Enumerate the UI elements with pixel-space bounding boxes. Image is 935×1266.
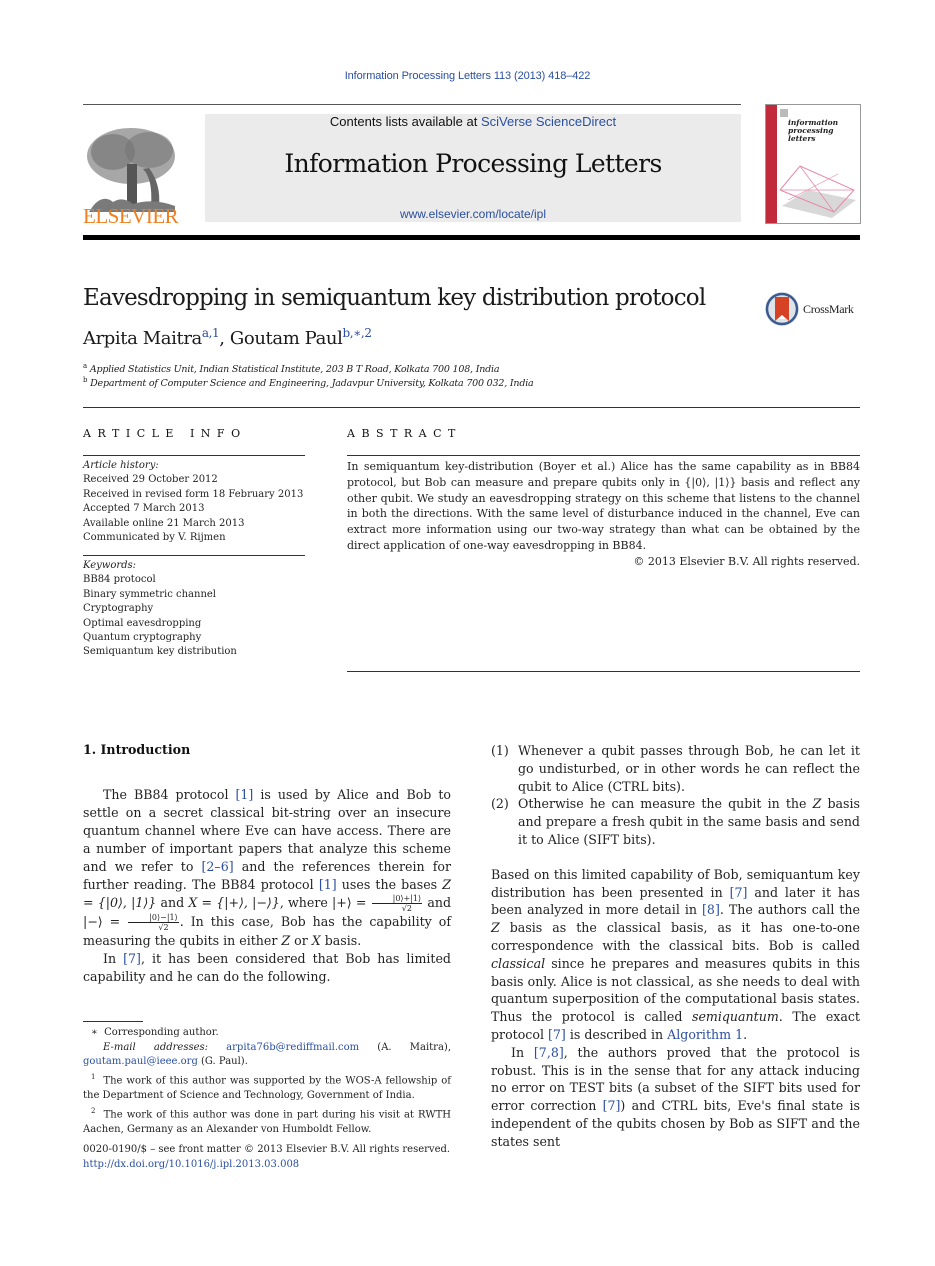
citation-link[interactable]: [7] — [123, 951, 141, 966]
header-divider — [83, 407, 860, 408]
author-name: Goutam Paul — [229, 328, 343, 349]
keyword: Quantum cryptography — [83, 632, 202, 644]
fraction-minus-state: |0⟩−|1⟩ √2 — [128, 913, 179, 932]
keyword: BB84 protocol — [83, 574, 156, 586]
citation-link[interactable]: [2–6] — [201, 859, 233, 874]
citation-link[interactable]: [1] — [235, 787, 253, 802]
abstract-heading: ABSTRACT — [347, 427, 462, 440]
author-name: Arpita Maitra — [83, 328, 202, 349]
author-affiliation-marks[interactable]: a,1 — [202, 326, 220, 340]
article-title: Eavesdropping in semiquantum key distrib… — [83, 285, 706, 311]
crossmark-icon[interactable] — [764, 291, 800, 327]
footnote-1: 1 The work of this author was supported … — [83, 1073, 452, 1102]
running-head[interactable]: Information Processing Letters 113 (2013… — [0, 70, 935, 82]
masthead-bottom-rule — [83, 235, 860, 240]
issn-line: 0020-0190/$ – see front matter © 2013 El… — [83, 1144, 451, 1155]
citation-link[interactable]: [7] — [603, 1098, 621, 1113]
intro-right-column: (1) Whenever a qubit passes through Bob,… — [491, 742, 860, 1151]
article-info-heading: ARTICLE INFO — [83, 427, 247, 440]
email-link[interactable]: goutam.paul@ieee.org — [83, 1056, 198, 1067]
keyword: Cryptography — [83, 603, 154, 615]
doi-link[interactable]: http://dx.doi.org/10.1016/j.ipl.2013.03.… — [83, 1157, 451, 1172]
history-item: Received in revised form 18 February 201… — [83, 488, 304, 500]
keywords-label: Keywords: — [83, 560, 137, 571]
cover-spine — [766, 105, 777, 223]
sciencedirect-link[interactable]: SciVerse ScienceDirect — [481, 114, 616, 129]
masthead-top-rule — [83, 104, 741, 105]
email-link[interactable]: arpita76b@rediffmail.com — [226, 1042, 359, 1053]
footnote-emails: E-mail addresses: arpita76b@rediffmail.c… — [83, 1041, 452, 1068]
intro-paragraph: In [7,8], the authors proved that the pr… — [491, 1044, 860, 1149]
footnote-2: 2 The work of this author was done in pa… — [83, 1106, 451, 1135]
cover-graph-illustration-icon — [779, 165, 856, 218]
keyword: Binary symmetric channel — [83, 588, 216, 600]
crossmark-label[interactable]: CrossMark — [803, 302, 854, 317]
citation-link[interactable]: [7] — [548, 1027, 566, 1042]
citation-link[interactable]: [1] — [319, 877, 337, 892]
intro-left-column: The BB84 protocol [1] is used by Alice a… — [83, 786, 451, 986]
abstract-bottom-rule — [347, 671, 860, 672]
intro-paragraph: The BB84 protocol [1] is used by Alice a… — [83, 787, 452, 948]
journal-title: Information Processing Letters — [284, 149, 662, 178]
abstract-body: In semiquantum key-distribution (Boyer e… — [347, 459, 860, 570]
section-heading-introduction: 1. Introduction — [83, 742, 191, 757]
journal-cover-thumbnail[interactable]: information processing letters — [765, 104, 861, 224]
history-item: Accepted 7 March 2013 — [83, 503, 205, 515]
journal-url-link[interactable]: www.elsevier.com/locate/ipl — [205, 207, 741, 221]
intro-paragraph: Based on this limited capability of Bob,… — [491, 866, 860, 1042]
history-label: Article history: — [83, 460, 159, 471]
list-item: (2) Otherwise he can measure the qubit i… — [491, 796, 860, 847]
fraction-plus-state: |0⟩+|1⟩ √2 — [371, 894, 423, 913]
author-list: Arpita Maitraa,1, Goutam Paulb,∗,2 — [83, 326, 372, 349]
list-item: (1) Whenever a qubit passes through Bob,… — [491, 743, 860, 794]
keywords-list: Keywords: BB84 protocol Binary symmetric… — [83, 559, 305, 660]
elsevier-wordmark: ELSEVIER — [83, 204, 179, 228]
author-affiliation-marks[interactable]: b,∗,2 — [342, 326, 372, 340]
keywords-rule — [83, 555, 305, 556]
algorithm-link[interactable]: Algorithm 1 — [667, 1027, 743, 1042]
cover-publisher-logo-icon — [780, 109, 788, 117]
article-history: Article history: Received 29 October 201… — [83, 459, 305, 545]
citation-link[interactable]: [8] — [702, 902, 720, 917]
contents-availability: Contents lists available at SciVerse Sci… — [329, 114, 617, 129]
footnote-rule — [83, 1021, 143, 1022]
keyword: Optimal eavesdropping — [83, 617, 202, 629]
affiliation: a Applied Statistics Unit, Indian Statis… — [83, 362, 500, 376]
article-info-rule — [83, 455, 305, 456]
cover-title: information processing letters — [788, 118, 839, 143]
history-item: Available online 21 March 2013 — [83, 517, 245, 529]
intro-paragraph: In [7], it has been considered that Bob … — [83, 951, 451, 984]
abstract-text: In semiquantum key-distribution (Boyer e… — [347, 460, 860, 552]
footnote-corresponding: ∗ Corresponding author. — [91, 1027, 219, 1038]
keyword: Semiquantum key distribution — [83, 646, 237, 658]
front-matter-meta: 0020-0190/$ – see front matter © 2013 El… — [83, 1142, 451, 1172]
history-item: Received 29 October 2012 — [83, 474, 218, 486]
citation-link[interactable]: [7,8] — [534, 1045, 564, 1060]
citation-link[interactable]: [7] — [730, 885, 748, 900]
footnotes: ∗ Corresponding author. E-mail addresses… — [83, 1026, 451, 1138]
abstract-rule — [347, 455, 860, 456]
affiliation: b Department of Computer Science and Eng… — [83, 376, 534, 390]
history-item: Communicated by V. Rijmen — [83, 532, 226, 544]
abstract-copyright: © 2013 Elsevier B.V. All rights reserved… — [633, 554, 860, 568]
journal-banner: Contents lists available at SciVerse Sci… — [205, 114, 741, 222]
